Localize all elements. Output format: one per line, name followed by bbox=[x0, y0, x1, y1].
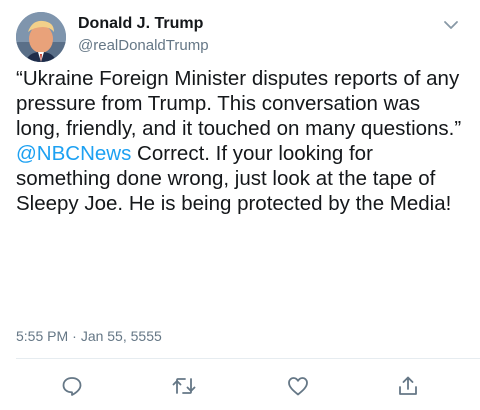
tweet-timestamp[interactable]: 5:55 PM · Jan 55, 5555 bbox=[16, 328, 162, 344]
chevron-down-icon[interactable] bbox=[440, 14, 462, 36]
retweet-button[interactable] bbox=[170, 372, 198, 400]
tweet-card: Donald J. Trump @realDonaldTrump “Ukrain… bbox=[0, 0, 480, 410]
profile-photo-icon bbox=[16, 12, 66, 62]
reply-button[interactable] bbox=[58, 372, 86, 400]
tweet-date: Jan 55, 5555 bbox=[80, 328, 162, 344]
tweet-header: Donald J. Trump @realDonaldTrump bbox=[16, 10, 464, 64]
tweet-text: “Ukraine Foreign Minister disputes repor… bbox=[16, 66, 468, 216]
reply-icon bbox=[62, 377, 82, 396]
like-button[interactable] bbox=[284, 372, 312, 400]
avatar[interactable] bbox=[16, 12, 66, 62]
display-name[interactable]: Donald J. Trump bbox=[78, 14, 209, 34]
retweet-icon bbox=[172, 378, 196, 394]
meta-separator: · bbox=[72, 328, 77, 344]
like-icon bbox=[288, 377, 308, 396]
tweet-text-before: “Ukraine Foreign Minister disputes repor… bbox=[16, 67, 462, 140]
share-icon bbox=[399, 376, 417, 395]
mention-link[interactable]: @NBCNews bbox=[16, 142, 131, 165]
action-bar bbox=[0, 370, 480, 402]
tweet-time: 5:55 PM bbox=[16, 328, 69, 344]
author-names: Donald J. Trump @realDonaldTrump bbox=[78, 14, 209, 56]
share-button[interactable] bbox=[394, 372, 422, 400]
divider bbox=[16, 358, 480, 359]
handle[interactable]: @realDonaldTrump bbox=[78, 36, 209, 56]
